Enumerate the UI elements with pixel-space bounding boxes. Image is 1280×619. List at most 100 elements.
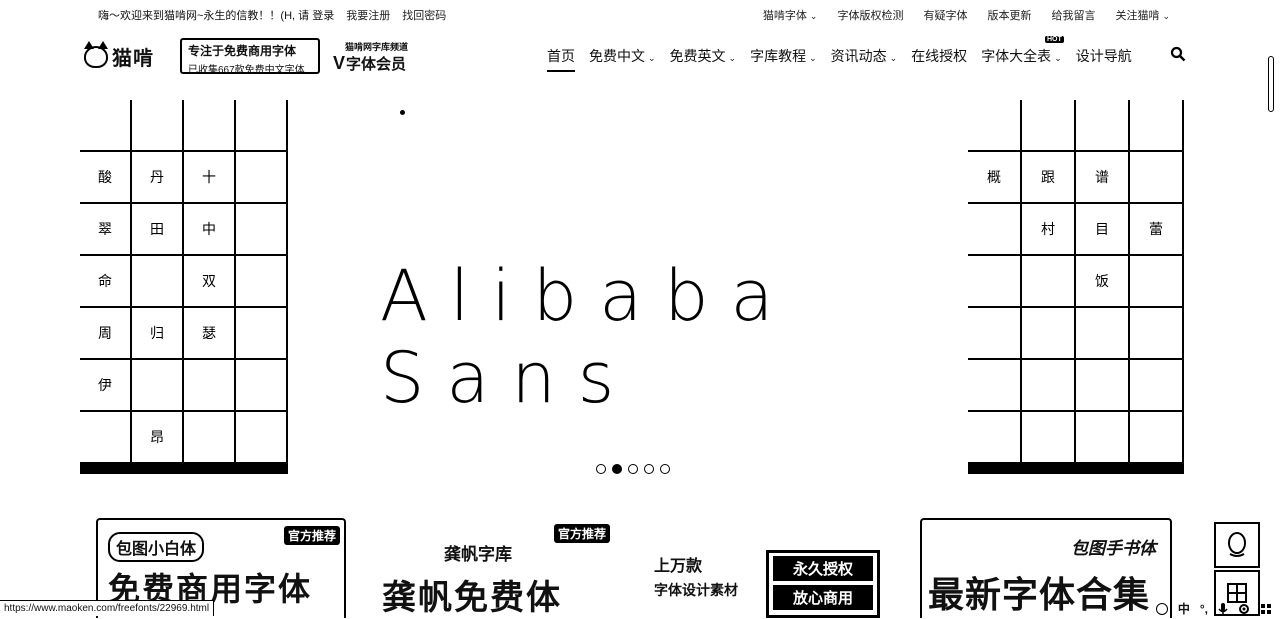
grid-cell: 概	[968, 152, 1022, 204]
nav-item[interactable]: 免费英文 ⌄	[670, 46, 737, 72]
topbar-link[interactable]: 有疑字体	[923, 7, 967, 23]
vip-member-link[interactable]: 猫啃网字库频道 V 字体会员	[333, 40, 408, 74]
ad-card-baotu-handwriting[interactable]: 包图手书体 最新字体合集	[920, 518, 1172, 618]
top-bar: 嗨～欢迎来到猫啃网~永生的信教！！(H, 请 登录 我要注册 找回密码 猫啃字体…	[0, 0, 1280, 28]
settings-icon[interactable]	[1238, 603, 1250, 615]
site-header: 猫啃 专注于免费商用字体 已收集667款免费中文字体 猫啃网字库频道 V 字体会员…	[0, 28, 1280, 112]
slogan-line1: 专注于免费商用字体	[188, 44, 297, 58]
topbar-link[interactable]: 字体版权检测	[837, 7, 903, 23]
nav-item[interactable]: 字库教程 ⌄	[750, 46, 817, 72]
recover-password-link[interactable]: 找回密码	[402, 7, 446, 23]
nav-item-label: 首页	[547, 48, 575, 64]
chevron-down-icon: ⌄	[1054, 53, 1062, 63]
grid-cell	[80, 100, 132, 152]
grid-cell	[132, 256, 184, 308]
nav-item-label: 字库教程	[750, 48, 807, 64]
carousel-dots	[596, 464, 670, 474]
grid-cell	[132, 100, 184, 152]
hero-banner[interactable]: 酸丹十翠田中命双周归瑟伊昂 概跟谱村目蕾饭 Alibaba Sans	[0, 90, 1280, 490]
topbar-link[interactable]: 版本更新	[987, 7, 1031, 23]
grid-cell	[1022, 100, 1076, 152]
nav-item[interactable]: 首页	[547, 46, 575, 72]
search-icon[interactable]	[1170, 46, 1186, 62]
carousel-dot[interactable]	[596, 464, 606, 474]
ad2-title: 龚帆字库	[444, 545, 512, 564]
nav-item[interactable]: 设计导航	[1076, 46, 1132, 72]
vip-v-icon: V	[333, 53, 346, 73]
ad-card-design-materials[interactable]: 上万款 字体设计素材 永久授权 放心商用	[646, 518, 886, 618]
main-nav: 首页 免费中文 ⌄ 免费英文 ⌄ 字库教程 ⌄ 资讯动态 ⌄ 在线授权 字体大全表 ⌄ HOT 设计导航	[547, 36, 1132, 72]
topbar-link[interactable]: 关注猫啃 ⌄	[1115, 7, 1170, 23]
site-logo[interactable]: 猫啃	[84, 40, 154, 71]
grid-cell	[968, 100, 1022, 152]
topbar-link[interactable]: 给我留言	[1051, 7, 1095, 23]
logo-name: 猫啃	[112, 48, 154, 70]
grid-menu-icon[interactable]	[1260, 603, 1272, 615]
top-bar-left: 嗨～欢迎来到猫啃网~永生的信教！！(H, 请 登录 我要注册 找回密码	[98, 7, 446, 23]
nav-item[interactable]: 资讯动态 ⌄	[831, 46, 898, 72]
hot-badge: HOT	[1044, 36, 1064, 43]
topbar-link-label: 字体版权检测	[837, 10, 904, 22]
grid-cell	[1076, 472, 1130, 474]
grid-cell	[236, 472, 288, 474]
topbar-link-label: 给我留言	[1051, 10, 1096, 22]
chevron-down-icon: ⌄	[1162, 11, 1170, 21]
microphone-icon[interactable]	[1218, 602, 1228, 616]
register-link[interactable]: 我要注册	[346, 7, 390, 23]
ime-logo-icon[interactable]	[1155, 602, 1168, 615]
grid-cell	[80, 472, 132, 474]
license-line2: 放心商用	[773, 585, 873, 610]
grid-cell: 中	[184, 204, 236, 256]
ad3-line2: 字体设计素材	[654, 582, 738, 598]
grid-cell	[1130, 472, 1184, 474]
vip-title: 字体会员	[346, 56, 407, 73]
grid-cell	[132, 472, 184, 474]
topbar-link-label: 有疑字体	[923, 10, 968, 22]
chevron-down-icon: ⌄	[809, 11, 818, 21]
qq-contact-button[interactable]	[1214, 522, 1260, 568]
grid-cell: 翠	[80, 204, 132, 256]
nav-item-label: 资讯动态	[830, 48, 887, 64]
nav-item-label: 免费英文	[669, 48, 726, 64]
grid-cell	[184, 360, 236, 412]
grid-cell	[1022, 472, 1076, 474]
ad1-title: 包图小白体	[108, 532, 205, 562]
nav-item[interactable]: 在线授权	[911, 46, 967, 72]
grid-cell	[1022, 360, 1076, 412]
grid-cell	[184, 100, 236, 152]
grid-cell	[968, 360, 1022, 412]
grid-cell	[236, 152, 288, 204]
chevron-down-icon: ⌄	[889, 53, 898, 63]
grid-cell: 丹	[132, 152, 184, 204]
chevron-down-icon: ⌄	[809, 53, 817, 63]
grid-cell	[1076, 360, 1130, 412]
nav-item[interactable]: 字体大全表 ⌄ HOT	[981, 36, 1064, 72]
ime-punctuation[interactable]: °,	[1200, 602, 1208, 616]
ad3-line1: 上万款	[654, 558, 703, 575]
license-box: 永久授权 放心商用	[766, 550, 880, 618]
carousel-dot[interactable]	[660, 464, 670, 474]
grid-cell: 酸	[80, 152, 132, 204]
grid-cell	[1130, 152, 1184, 204]
official-tag: 官方推荐	[283, 526, 340, 545]
nav-item-label: 字体大全表	[981, 48, 1052, 64]
carousel-dot[interactable]	[612, 464, 622, 474]
carousel-dot[interactable]	[628, 464, 638, 474]
ad-card-gongfan[interactable]: 官方推荐 龚帆字库 龚帆免费体	[376, 518, 622, 618]
grid-cell: 瑟	[184, 308, 236, 360]
grid-cell	[1022, 412, 1076, 464]
ad2-subtitle: 龚帆免费体	[382, 579, 562, 617]
ad4-title: 包图手书体	[1071, 539, 1156, 558]
nav-item[interactable]: 免费中文 ⌄	[589, 46, 656, 72]
carousel-dot[interactable]	[644, 464, 654, 474]
grid-cell: 跟	[1022, 152, 1076, 204]
decor-dot	[400, 110, 405, 115]
chevron-down-icon: ⌄	[728, 53, 737, 63]
ime-language[interactable]: 中	[1178, 600, 1190, 617]
nav-item-label: 免费中文	[589, 48, 645, 64]
grid-cell: 双	[184, 256, 236, 308]
grid-cell	[236, 256, 288, 308]
topbar-link-label: 猫啃字体	[762, 10, 807, 22]
grid-cell	[1130, 412, 1184, 464]
topbar-link[interactable]: 猫啃字体 ⌄	[763, 7, 818, 23]
